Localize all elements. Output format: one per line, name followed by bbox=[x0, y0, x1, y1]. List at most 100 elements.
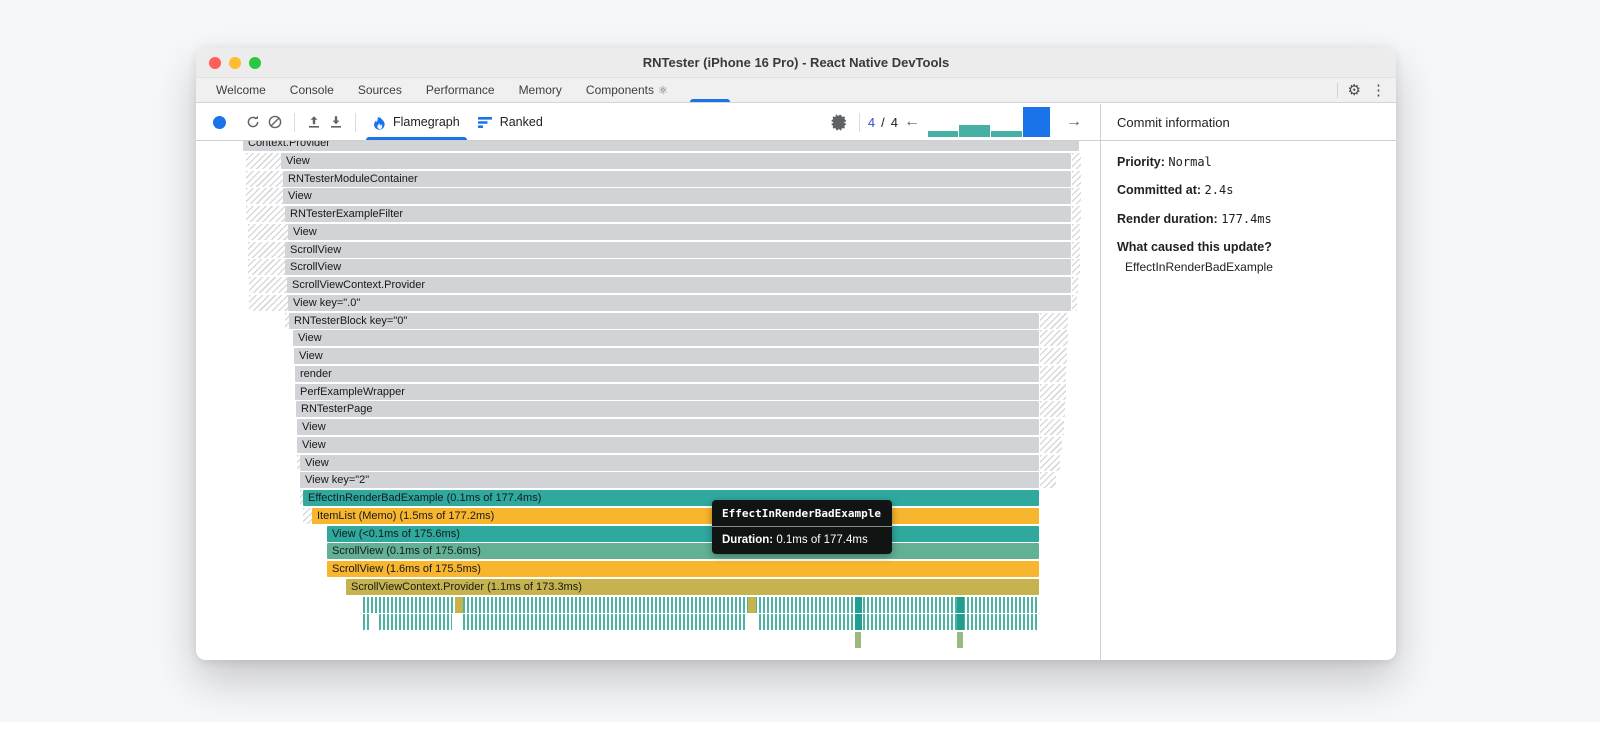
record-button[interactable] bbox=[208, 111, 230, 133]
load-profile-button[interactable] bbox=[303, 111, 325, 133]
tab-label: Performance bbox=[425, 83, 495, 97]
unrendered-hatch bbox=[1072, 294, 1077, 311]
flame-icon bbox=[373, 115, 386, 130]
tab-performance[interactable]: Performance bbox=[414, 78, 507, 102]
flame-node[interactable]: View bbox=[283, 188, 1071, 205]
flame-node[interactable]: ScrollViewContext.Provider (1.1ms of 173… bbox=[346, 578, 1039, 595]
reload-and-profile-button[interactable] bbox=[242, 111, 264, 133]
commit-selector-bars[interactable] bbox=[928, 106, 1058, 138]
tab-label: Memory bbox=[518, 83, 562, 97]
flame-node[interactable]: ScrollView bbox=[285, 241, 1071, 258]
commit-information-header: Commit information bbox=[1101, 104, 1396, 141]
devtools-window: RNTester (iPhone 16 Pro) - React Native … bbox=[196, 48, 1396, 660]
tab-sources[interactable]: Sources bbox=[346, 78, 414, 102]
flame-node[interactable]: View bbox=[288, 223, 1071, 240]
commit-bar-selected[interactable] bbox=[1023, 106, 1050, 137]
flame-node[interactable]: PerfExampleWrapper bbox=[295, 383, 1039, 400]
tab-memory[interactable]: Memory bbox=[507, 78, 574, 102]
flame-node[interactable]: render bbox=[295, 365, 1039, 382]
update-cause-line: What caused this update? EffectInRenderB… bbox=[1117, 238, 1380, 276]
flame-node[interactable]: RNTesterExampleFilter bbox=[285, 206, 1071, 222]
flame-node[interactable]: ScrollView (0.1ms of 175.6ms) bbox=[327, 543, 1039, 560]
window-title: RNTester (iPhone 16 Pro) - React Native … bbox=[642, 55, 950, 70]
render-duration-line: Render duration: 177.4ms bbox=[1117, 211, 1272, 226]
next-commit-button[interactable]: → bbox=[1060, 113, 1088, 131]
flame-node-label: PerfExampleWrapper bbox=[300, 385, 405, 398]
flame-node[interactable]: View bbox=[297, 436, 1039, 453]
tab-ranked[interactable]: Ranked bbox=[469, 104, 552, 140]
tab-components[interactable]: Components ⚛ bbox=[574, 78, 680, 102]
tab-flamegraph[interactable]: Flamegraph bbox=[364, 104, 469, 140]
tab-console[interactable]: Console bbox=[278, 78, 346, 102]
page-bottom-strip bbox=[0, 722, 1600, 740]
flame-node[interactable]: RNTesterPage bbox=[296, 401, 1039, 418]
flame-node-accent[interactable] bbox=[748, 596, 756, 613]
flame-node[interactable]: View bbox=[293, 330, 1039, 347]
commit-bar[interactable] bbox=[959, 124, 990, 137]
flame-node[interactable]: View bbox=[281, 152, 1071, 169]
flame-node[interactable]: Context.Provider bbox=[243, 141, 1079, 151]
flame-node[interactable]: EffectInRenderBadExample (0.1ms of 177.4… bbox=[303, 490, 1039, 506]
tab-label: Components bbox=[585, 83, 654, 97]
flame-node[interactable]: View key=".0" bbox=[288, 294, 1071, 311]
unrendered-hatch bbox=[1040, 383, 1066, 400]
profiler-settings-button[interactable] bbox=[829, 111, 851, 133]
react-atom-icon: ⚛ bbox=[657, 85, 668, 97]
flame-node-cluster[interactable] bbox=[363, 614, 1039, 631]
flame-node-label: ScrollView (0.1ms of 175.6ms) bbox=[332, 545, 481, 558]
flame-node[interactable]: ScrollView bbox=[285, 259, 1071, 276]
flame-node-cluster[interactable] bbox=[363, 596, 1039, 613]
flame-node-label: View bbox=[286, 154, 310, 167]
unrendered-hatch bbox=[249, 294, 288, 311]
flame-node-small[interactable] bbox=[855, 632, 861, 648]
flame-node[interactable]: ItemList (Memo) (1.5ms of 177.2ms) bbox=[312, 507, 1039, 524]
flame-node[interactable]: ScrollView (1.6ms of 175.5ms) bbox=[327, 561, 1039, 577]
priority-line: Priority: Normal bbox=[1117, 155, 1212, 169]
flame-node-label: View (<0.1ms of 175.6ms) bbox=[332, 527, 460, 540]
flame-node-label: render bbox=[300, 367, 332, 380]
flame-gap bbox=[745, 614, 759, 631]
toolbar-divider bbox=[355, 112, 356, 132]
flame-node-label: ScrollViewContext.Provider (1.1ms of 173… bbox=[351, 580, 582, 593]
unrendered-hatch bbox=[1072, 277, 1078, 293]
tooltip-duration-line: Duration: 0.1ms of 177.4ms bbox=[722, 534, 868, 546]
flame-node[interactable]: RNTesterBlock key="0" bbox=[289, 312, 1039, 329]
update-cause-value[interactable]: EffectInRenderBadExample bbox=[1117, 258, 1380, 277]
flame-node[interactable]: View bbox=[300, 454, 1039, 471]
flame-node[interactable]: RNTesterModuleContainer bbox=[283, 170, 1071, 187]
flame-node-label: EffectInRenderBadExample (0.1ms of 177.4… bbox=[308, 492, 542, 504]
flame-node-accent[interactable] bbox=[855, 596, 862, 613]
flame-node-small[interactable] bbox=[957, 632, 963, 648]
flame-node[interactable]: View bbox=[294, 348, 1039, 364]
committed-at-value: 2.4s bbox=[1204, 183, 1234, 198]
flame-node-label: RNTesterPage bbox=[301, 403, 373, 416]
flame-node-label: Context.Provider bbox=[248, 141, 330, 149]
unrendered-hatch bbox=[246, 152, 281, 169]
flame-node[interactable]: ScrollViewContext.Provider bbox=[287, 277, 1071, 293]
tabbar-right-controls: ⚙ ⋮ bbox=[1336, 78, 1386, 102]
settings-gear-icon[interactable]: ⚙ bbox=[1348, 83, 1361, 98]
flame-node-accent[interactable] bbox=[855, 614, 862, 631]
devtools-tabs: Welcome Console Sources Performance Memory Co… bbox=[204, 78, 740, 102]
commit-bar[interactable] bbox=[991, 130, 1022, 137]
clear-profiling-button[interactable] bbox=[264, 111, 286, 133]
flame-node[interactable]: View bbox=[297, 419, 1039, 435]
tab-welcome[interactable]: Welcome bbox=[204, 78, 278, 102]
flame-node[interactable]: View key="2" bbox=[300, 472, 1039, 489]
more-menu-kebab-icon[interactable]: ⋮ bbox=[1371, 83, 1386, 98]
flame-node[interactable]: View (<0.1ms of 175.6ms) bbox=[327, 525, 1039, 542]
flame-node-label: View bbox=[288, 190, 312, 203]
tab-profiler[interactable] bbox=[680, 78, 740, 102]
save-profile-button[interactable] bbox=[325, 111, 347, 133]
unrendered-hatch bbox=[1072, 241, 1080, 258]
unrendered-hatch bbox=[1040, 472, 1056, 489]
flame-node-label: ScrollViewContext.Provider bbox=[292, 279, 426, 291]
flame-node-accent[interactable] bbox=[957, 596, 964, 613]
previous-commit-button[interactable]: ← bbox=[898, 113, 926, 131]
devtools-tab-bar: Welcome Console Sources Performance Memory Co… bbox=[196, 78, 1396, 103]
unrendered-hatch bbox=[1072, 223, 1080, 240]
flame-node-accent[interactable] bbox=[957, 614, 964, 631]
flame-gap bbox=[371, 614, 377, 631]
commit-bar[interactable] bbox=[928, 130, 958, 137]
flame-node-accent[interactable] bbox=[455, 596, 463, 613]
